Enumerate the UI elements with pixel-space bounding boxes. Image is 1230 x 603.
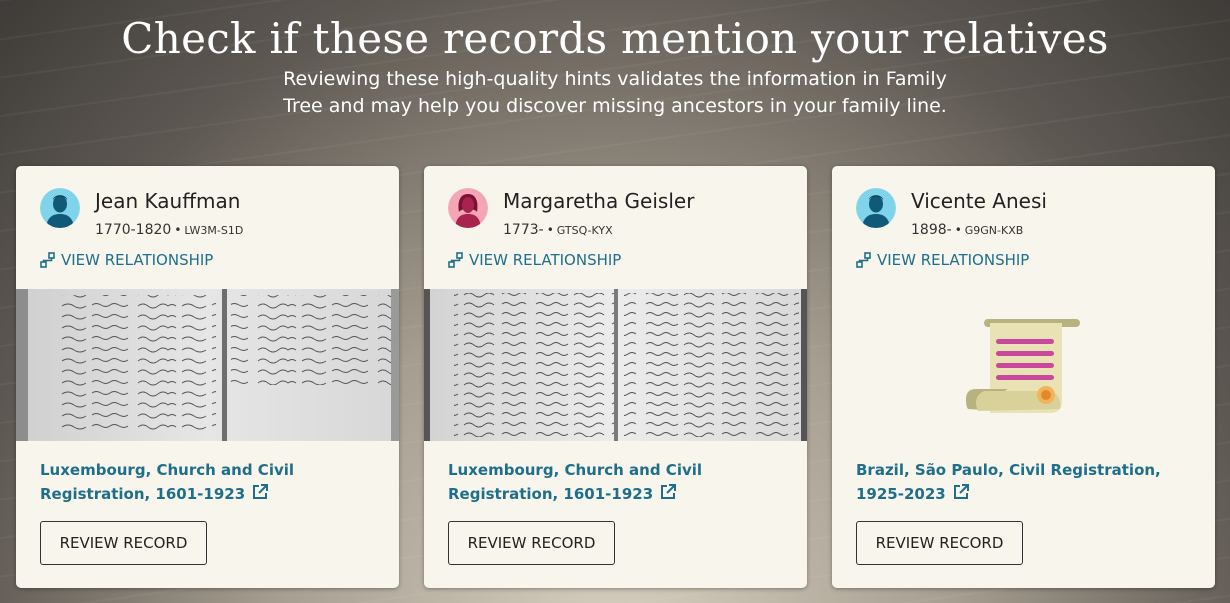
review-record-button[interactable]: REVIEW RECORD xyxy=(40,521,207,565)
relationship-icon xyxy=(448,252,463,268)
record-placeholder xyxy=(832,289,1215,441)
external-link-icon xyxy=(953,484,969,499)
lifespan: 1898- xyxy=(911,222,952,238)
separator-dot: • xyxy=(546,223,554,237)
record-hint-card: Jean Kauffman 1770-1820 • LW3M-S1D VIEW RE… xyxy=(16,166,399,588)
view-relationship-label: VIEW RELATIONSHIP xyxy=(469,251,622,269)
person-meta: 1773- • GTSQ-KYX xyxy=(503,219,613,238)
view-relationship-label: VIEW RELATIONSHIP xyxy=(877,251,1030,269)
record-collection-link[interactable]: Luxembourg, Church and Civil Registratio… xyxy=(448,458,788,506)
female-avatar-icon xyxy=(448,188,488,228)
lifespan: 1773- xyxy=(503,222,544,238)
person-meta: 1770-1820 • LW3M-S1D xyxy=(95,219,243,238)
lifespan: 1770-1820 xyxy=(95,222,172,238)
view-relationship-link[interactable]: VIEW RELATIONSHIP xyxy=(856,251,1029,269)
person-meta: 1898- • G9GN-KXB xyxy=(911,219,1023,238)
person-id: GTSQ-KYX xyxy=(556,224,613,237)
person-id: G9GN-KXB xyxy=(964,224,1024,237)
record-hint-card: Margaretha Geisler 1773- • GTSQ-KYX VIEW R… xyxy=(424,166,807,588)
record-collection-link[interactable]: Brazil, São Paulo, Civil Registration, 1… xyxy=(856,458,1196,506)
person-name[interactable]: Margaretha Geisler xyxy=(503,189,694,213)
record-image-thumbnail[interactable] xyxy=(16,289,399,441)
male-avatar-icon xyxy=(40,188,80,228)
review-record-button[interactable]: REVIEW RECORD xyxy=(856,521,1023,565)
external-link-icon xyxy=(661,484,677,499)
person-id: LW3M-S1D xyxy=(184,224,244,237)
person-name[interactable]: Vicente Anesi xyxy=(911,189,1047,213)
relationship-icon xyxy=(856,252,871,268)
separator-dot: • xyxy=(954,223,962,237)
separator-dot: • xyxy=(174,223,182,237)
scroll-document-icon xyxy=(966,319,1080,413)
page-title: Check if these records mention your rela… xyxy=(121,14,1109,63)
male-avatar-icon xyxy=(856,188,896,228)
relationship-icon xyxy=(40,252,55,268)
record-collection-link[interactable]: Luxembourg, Church and Civil Registratio… xyxy=(40,458,380,506)
review-record-button[interactable]: REVIEW RECORD xyxy=(448,521,615,565)
person-name[interactable]: Jean Kauffman xyxy=(95,189,240,213)
record-image-thumbnail[interactable] xyxy=(424,289,807,441)
view-relationship-link[interactable]: VIEW RELATIONSHIP xyxy=(448,251,621,269)
record-hint-card: Vicente Anesi 1898- • G9GN-KXB VIEW RELATI… xyxy=(832,166,1215,588)
view-relationship-label: VIEW RELATIONSHIP xyxy=(61,251,214,269)
external-link-icon xyxy=(253,484,269,499)
page-subtitle: Reviewing these high-quality hints valid… xyxy=(283,68,947,117)
view-relationship-link[interactable]: VIEW RELATIONSHIP xyxy=(40,251,213,269)
